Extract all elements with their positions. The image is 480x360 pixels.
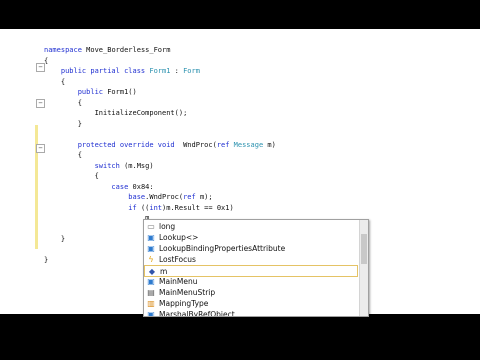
code-token: { [44, 77, 66, 86]
class-icon: ▣ [147, 233, 155, 242]
class-icon: ▣ [147, 277, 155, 286]
keyword-icon: ▭ [147, 222, 155, 231]
code-line: public partial class Form1 : Form [44, 65, 200, 77]
code-token: int [149, 203, 163, 212]
code-token: (m.Msg) [124, 161, 154, 170]
code-line: namespace Move_Borderless_Form [44, 44, 170, 56]
code-line: } [44, 233, 65, 245]
code-token: Move_Borderless_Form [86, 46, 171, 54]
code-token: protected override void [44, 140, 179, 149]
code-token: } [44, 256, 49, 264]
code-token: } [44, 235, 66, 243]
code-token: ref [216, 140, 234, 149]
code-token: 0x84: [132, 182, 154, 191]
code-token: { [44, 172, 99, 180]
intellisense-completion-list[interactable]: ▭ long ▣ Lookup<> ▣ LookupBindingPropertiesAt… [143, 219, 369, 317]
code-line: m [44, 212, 149, 224]
code-token: m [44, 214, 150, 222]
code-line: } [44, 118, 82, 130]
code-token: )m.Result == 0x1) [162, 203, 234, 212]
code-token: case [44, 182, 133, 191]
code-token: : [170, 67, 184, 75]
class-icon: ▣ [147, 244, 155, 253]
code-token: public [44, 88, 108, 96]
code-token: Message [233, 140, 264, 149]
code-token: m) [263, 140, 276, 149]
code-token: switch [44, 161, 125, 170]
code-token: { [44, 151, 82, 159]
event-icon: ϟ [148, 255, 154, 264]
code-token: { [44, 56, 49, 65]
code-token: WndProc( [178, 140, 217, 149]
property-icon: ▤ [147, 288, 155, 297]
enum-icon: ▥ [147, 299, 155, 308]
code-token: if [44, 203, 141, 212]
code-token: m); [199, 193, 213, 201]
code-token: namespace [44, 46, 87, 54]
code-token: } [44, 119, 82, 128]
code-token: .WndProc( [145, 193, 184, 201]
code-token: InitializeComponent(); [44, 109, 188, 117]
code-line: } [44, 254, 48, 266]
completion-scrollbar-thumb[interactable] [361, 234, 367, 264]
completion-item[interactable]: ▣ MarshalByRefObject [144, 309, 358, 317]
code-token: Form1() [107, 88, 137, 96]
code-token: { [44, 98, 82, 107]
code-token: Form1 [149, 67, 171, 75]
completion-item-label: MarshalByRefObject [159, 310, 235, 317]
code-token: base [44, 193, 146, 201]
code-token: public partial class [44, 67, 150, 75]
class-icon: ▣ [147, 310, 155, 317]
local-variable-icon: ◆ [148, 267, 156, 276]
code-token: ref [183, 193, 200, 201]
completion-scrollbar[interactable] [359, 220, 368, 316]
code-token: Form [183, 67, 200, 75]
